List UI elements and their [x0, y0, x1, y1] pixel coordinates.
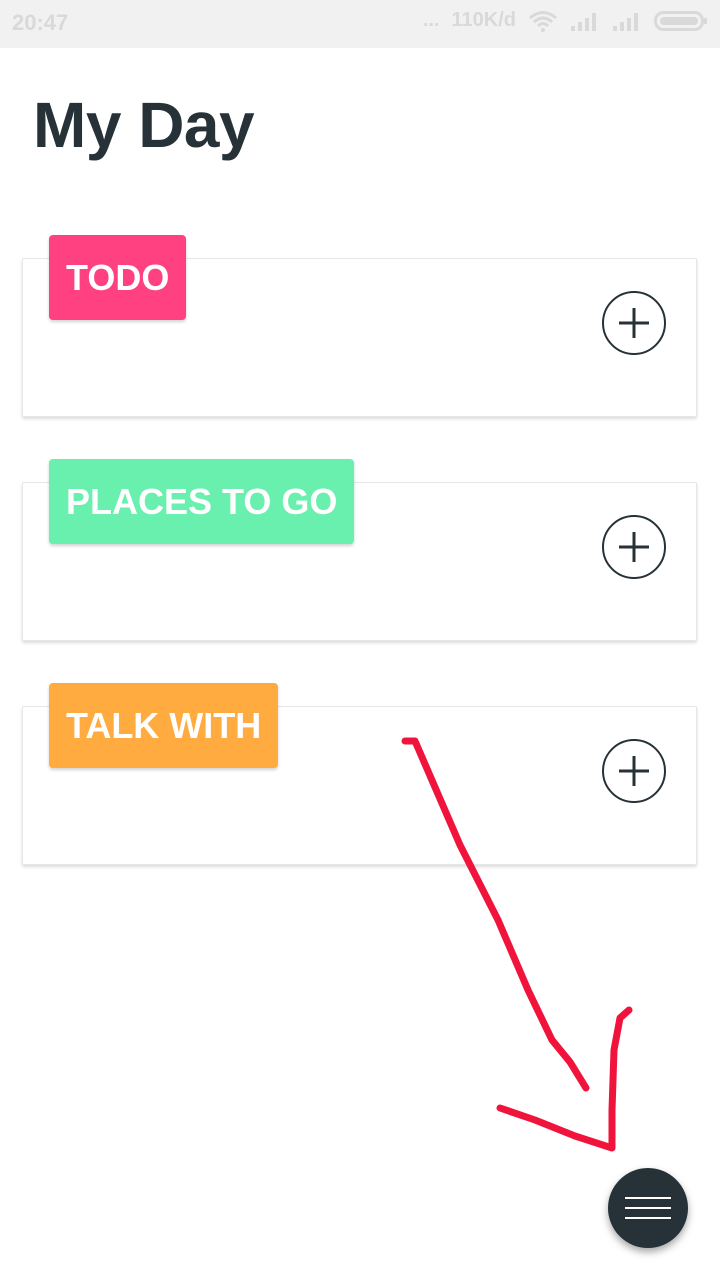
status-bar: 20:47 ... 110K/d [0, 0, 720, 48]
plus-circle-icon [619, 756, 649, 786]
add-todo-button[interactable] [602, 291, 666, 355]
network-speed: 110K/d [451, 9, 516, 31]
signal-icon [570, 10, 600, 32]
plus-circle-icon [619, 532, 649, 562]
wifi-icon [528, 10, 558, 32]
card-talk-with: TALK WITH [22, 683, 697, 865]
status-indicators: ... 110K/d [423, 9, 708, 32]
signal-icon [612, 10, 642, 32]
card-label-talk-with[interactable]: TALK WITH [49, 683, 279, 768]
add-places-to-go-button[interactable] [602, 515, 666, 579]
card-todo: TODO [22, 235, 697, 417]
page-title: My Day [33, 89, 255, 161]
menu-icon [625, 1197, 671, 1219]
card-places-to-go: PLACES TO GO [22, 459, 697, 641]
plus-circle-icon [619, 308, 649, 338]
card-label-todo[interactable]: TODO [49, 235, 187, 320]
add-talk-with-button[interactable] [602, 739, 666, 803]
card-label-places-to-go[interactable]: PLACES TO GO [49, 459, 355, 544]
battery-icon [654, 10, 708, 32]
status-time: 20:47 [12, 10, 69, 35]
menu-fab-button[interactable] [608, 1168, 688, 1248]
status-dots: ... [422, 9, 440, 31]
